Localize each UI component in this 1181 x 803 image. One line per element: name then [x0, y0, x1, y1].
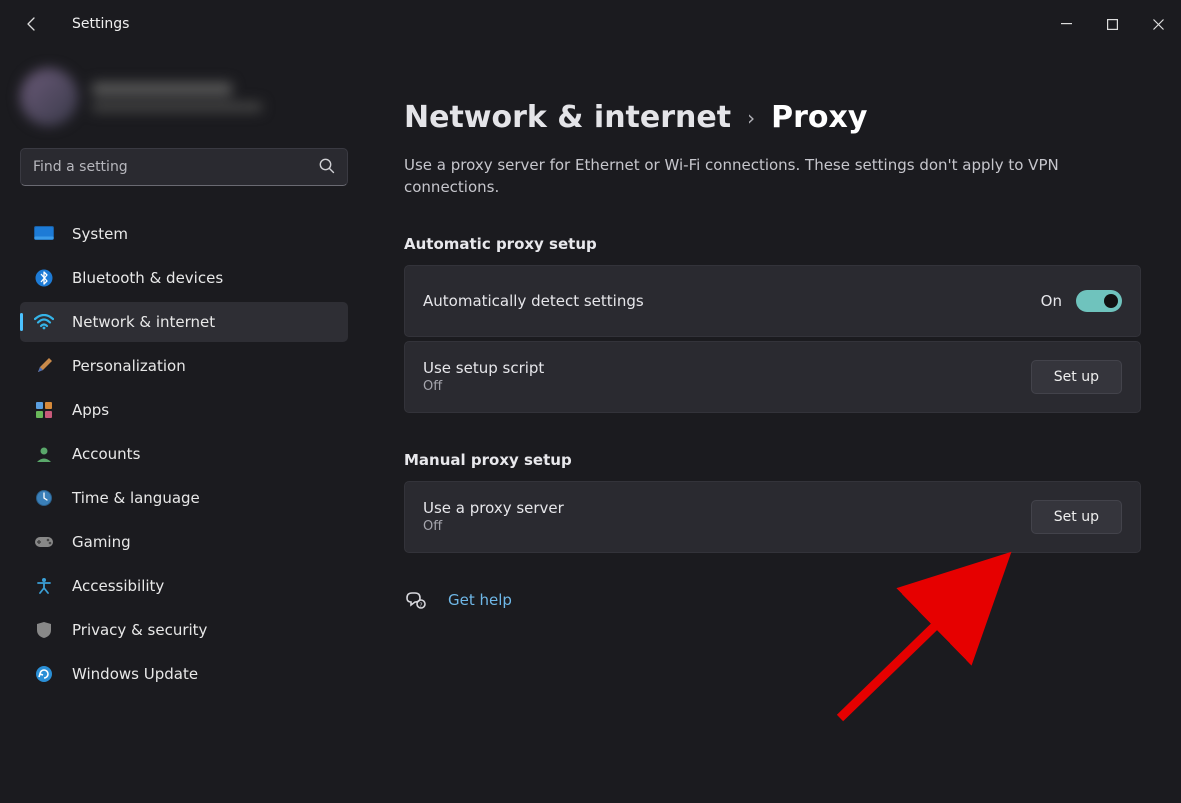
account-name	[92, 82, 232, 96]
shield-icon	[34, 620, 54, 640]
sidebar-item-label: Bluetooth & devices	[72, 269, 223, 287]
settings-window: Settings	[0, 0, 1181, 803]
sidebar-item-label: Accounts	[72, 445, 140, 463]
card-auto-detect: Automatically detect settings On	[404, 265, 1141, 337]
proxy-server-setup-button[interactable]: Set up	[1031, 500, 1122, 534]
sidebar-item-network[interactable]: Network & internet	[20, 302, 348, 342]
chevron-right-icon: ›	[747, 106, 755, 130]
app-title: Settings	[72, 16, 129, 32]
apps-icon	[34, 400, 54, 420]
breadcrumb-parent[interactable]: Network & internet	[404, 100, 731, 135]
sidebar-item-label: Gaming	[72, 533, 131, 551]
annotation-arrow	[820, 528, 1040, 728]
window-controls	[1043, 4, 1181, 44]
sidebar-item-label: Time & language	[72, 489, 200, 507]
svg-text:?: ?	[419, 602, 422, 609]
breadcrumb-current: Proxy	[771, 100, 867, 135]
card-proxy-server: Use a proxy server Off Set up	[404, 481, 1141, 553]
wifi-icon	[34, 312, 54, 332]
sidebar-item-gaming[interactable]: Gaming	[20, 522, 348, 562]
sidebar-item-label: Personalization	[72, 357, 186, 375]
get-help-link[interactable]: Get help	[448, 591, 512, 609]
setup-script-label: Use setup script	[423, 359, 544, 377]
help-row: ? Get help	[404, 589, 1141, 611]
titlebar: Settings	[0, 0, 1181, 48]
search-box	[20, 148, 348, 186]
gaming-icon	[34, 532, 54, 552]
section-title-auto: Automatic proxy setup	[404, 235, 1141, 253]
sidebar-item-privacy[interactable]: Privacy & security	[20, 610, 348, 650]
account-block[interactable]	[20, 68, 348, 126]
sidebar-item-label: Network & internet	[72, 313, 215, 331]
search-input[interactable]	[20, 148, 348, 186]
paintbrush-icon	[34, 356, 54, 376]
minimize-button[interactable]	[1043, 4, 1089, 44]
account-email	[92, 102, 262, 112]
sidebar-item-label: Windows Update	[72, 665, 198, 683]
clock-icon	[34, 488, 54, 508]
accessibility-icon	[34, 576, 54, 596]
close-button[interactable]	[1135, 4, 1181, 44]
sidebar-item-personalization[interactable]: Personalization	[20, 346, 348, 386]
accounts-icon	[34, 444, 54, 464]
card-setup-script: Use setup script Off Set up	[404, 341, 1141, 413]
sidebar-item-accessibility[interactable]: Accessibility	[20, 566, 348, 606]
main-content: Network & internet › Proxy Use a proxy s…	[360, 48, 1181, 803]
bluetooth-icon	[34, 268, 54, 288]
toggle-state-label: On	[1041, 292, 1062, 310]
proxy-server-state: Off	[423, 519, 564, 534]
page-description: Use a proxy server for Ethernet or Wi-Fi…	[404, 155, 1124, 199]
proxy-server-label: Use a proxy server	[423, 499, 564, 517]
setup-script-button[interactable]: Set up	[1031, 360, 1122, 394]
auto-detect-toggle[interactable]	[1076, 290, 1122, 312]
sidebar-item-system[interactable]: System	[20, 214, 348, 254]
sidebar-item-label: Apps	[72, 401, 109, 419]
sidebar-item-update[interactable]: Windows Update	[20, 654, 348, 694]
section-title-manual: Manual proxy setup	[404, 451, 1141, 469]
sidebar-item-apps[interactable]: Apps	[20, 390, 348, 430]
maximize-button[interactable]	[1089, 4, 1135, 44]
sidebar-item-label: Privacy & security	[72, 621, 207, 639]
auto-detect-label: Automatically detect settings	[423, 292, 644, 310]
system-icon	[34, 224, 54, 244]
sidebar-item-label: Accessibility	[72, 577, 164, 595]
back-button[interactable]	[18, 10, 46, 38]
search-icon	[318, 157, 336, 179]
breadcrumb: Network & internet › Proxy	[404, 100, 1141, 135]
update-icon	[34, 664, 54, 684]
sidebar-item-accounts[interactable]: Accounts	[20, 434, 348, 474]
sidebar: System Bluetooth & devices Network & int…	[0, 48, 360, 803]
sidebar-item-bluetooth[interactable]: Bluetooth & devices	[20, 258, 348, 298]
setup-script-state: Off	[423, 379, 544, 394]
sidebar-item-time[interactable]: Time & language	[20, 478, 348, 518]
avatar	[20, 68, 78, 126]
nav-list: System Bluetooth & devices Network & int…	[20, 214, 348, 694]
sidebar-item-label: System	[72, 225, 128, 243]
help-icon: ?	[404, 589, 426, 611]
